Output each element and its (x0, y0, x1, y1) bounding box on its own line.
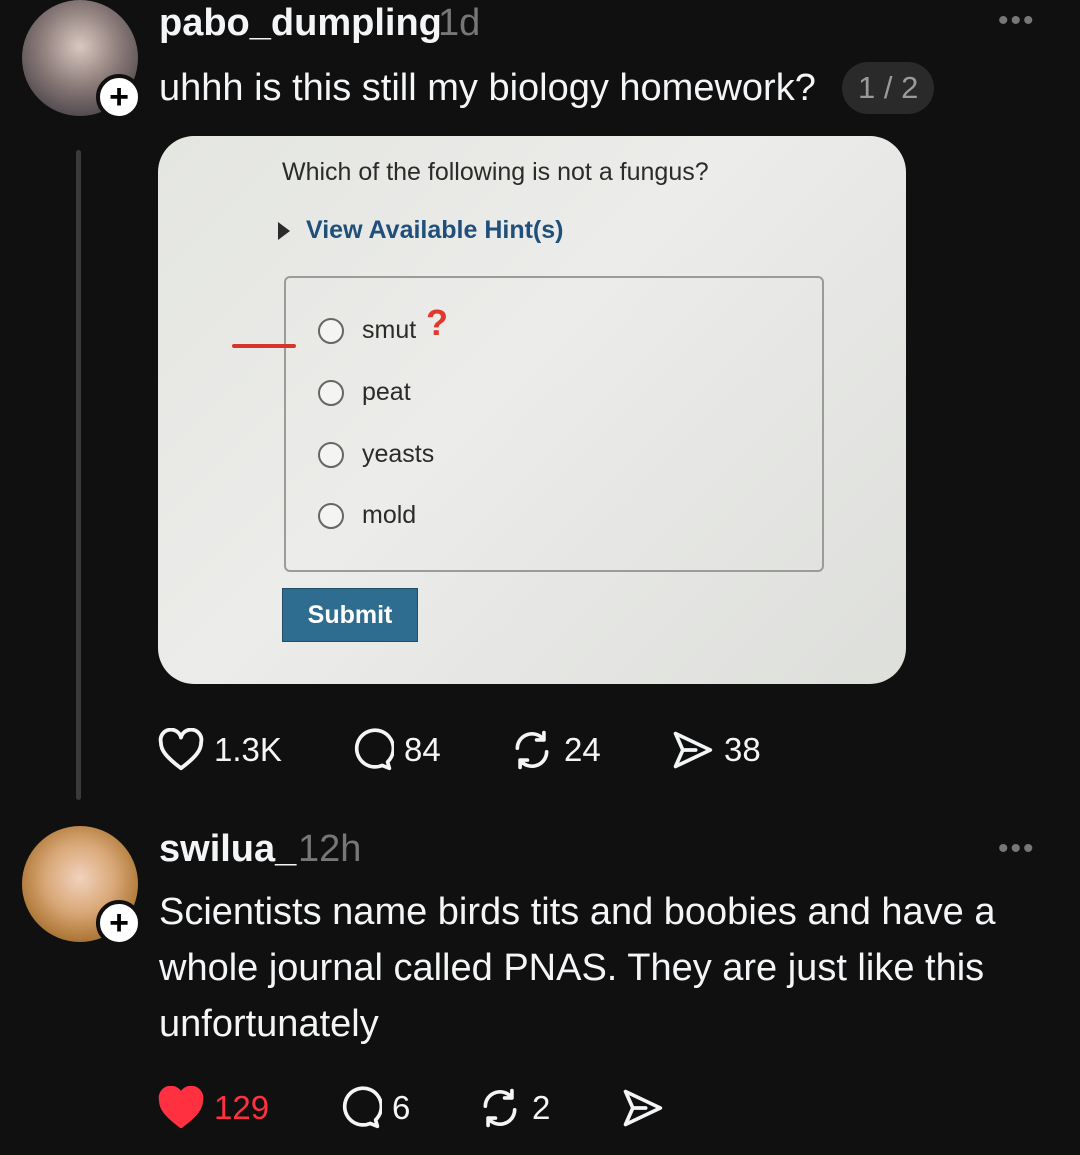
repost-icon (483, 1088, 517, 1128)
like-button[interactable]: 129 (158, 1086, 338, 1130)
option-label: peat (362, 378, 411, 406)
quiz-question: Which of the following is not a fungus? (282, 158, 709, 186)
share-icon (623, 1089, 663, 1127)
repost-icon (515, 730, 549, 770)
share-icon (673, 731, 713, 769)
post-time: 12h (298, 828, 362, 870)
hint-label: View Available Hint(s) (306, 216, 564, 244)
post-time: 1d (438, 2, 481, 44)
more-icon[interactable]: ••• (998, 4, 1036, 38)
red-underline (232, 344, 296, 348)
option-yeasts: yeasts (318, 440, 434, 469)
post-2: + swilua_ 12h ••• Scientists name birds … (0, 826, 1080, 1155)
username[interactable]: pabo_dumpling (159, 2, 442, 45)
post-1-actions: 1.3K 84 24 38 (158, 728, 761, 772)
repost-button[interactable]: 2 (478, 1086, 620, 1130)
radio-icon (318, 441, 344, 468)
post-text-line: whole journal called PNAS. They are just… (159, 947, 985, 989)
radio-icon (318, 502, 344, 529)
repost-count: 24 (564, 731, 601, 768)
username[interactable]: swilua_ (159, 828, 296, 871)
like-button[interactable]: 1.3K (158, 728, 350, 772)
triangle-right-icon (278, 221, 290, 240)
more-icon[interactable]: ••• (998, 832, 1036, 866)
red-question-mark: ? (426, 302, 448, 343)
heart-filled-icon (158, 1086, 204, 1129)
post-1: + pabo_dumpling 1d ••• uhhh is this stil… (0, 0, 1080, 810)
post-text-line: unfortunately (159, 1003, 379, 1045)
thread-line (76, 150, 81, 800)
post-image[interactable]: Which of the following is not a fungus? … (158, 136, 906, 684)
radio-icon (318, 317, 344, 344)
reply-count: 84 (404, 731, 441, 768)
post-text: uhhh is this still my biology homework? (159, 67, 816, 109)
share-button[interactable] (620, 1086, 664, 1130)
post-text: Scientists name birds tits and boobies a… (159, 884, 996, 1052)
share-button[interactable]: 38 (670, 728, 761, 772)
like-count: 1.3K (214, 731, 282, 768)
heart-icon (158, 728, 204, 771)
reply-button[interactable]: 84 (350, 728, 510, 772)
follow-plus-icon[interactable]: + (96, 900, 142, 946)
options-box: smut peat yeasts mold (284, 276, 824, 572)
option-label: smut (362, 316, 417, 344)
repost-button[interactable]: 24 (510, 728, 670, 772)
option-mold: mold (318, 501, 416, 530)
post-2-actions: 129 6 2 (158, 1086, 664, 1130)
post-text-line: Scientists name birds tits and boobies a… (159, 891, 996, 933)
like-count: 129 (214, 1089, 270, 1126)
option-peat: peat (318, 378, 411, 407)
option-label: yeasts (362, 440, 435, 468)
radio-icon (318, 379, 344, 406)
comment-icon (354, 728, 394, 771)
image-counter: 1 / 2 (842, 62, 935, 114)
option-smut: smut (318, 316, 416, 345)
submit-button: Submit (282, 588, 418, 642)
reply-button[interactable]: 6 (338, 1086, 478, 1130)
follow-plus-icon[interactable]: + (96, 74, 142, 120)
comment-icon (342, 1086, 382, 1129)
hint-toggle: View Available Hint(s) (278, 216, 563, 245)
option-label: mold (362, 501, 417, 529)
repost-count: 2 (532, 1089, 551, 1126)
reply-count: 6 (392, 1089, 411, 1126)
share-count: 38 (724, 731, 761, 768)
